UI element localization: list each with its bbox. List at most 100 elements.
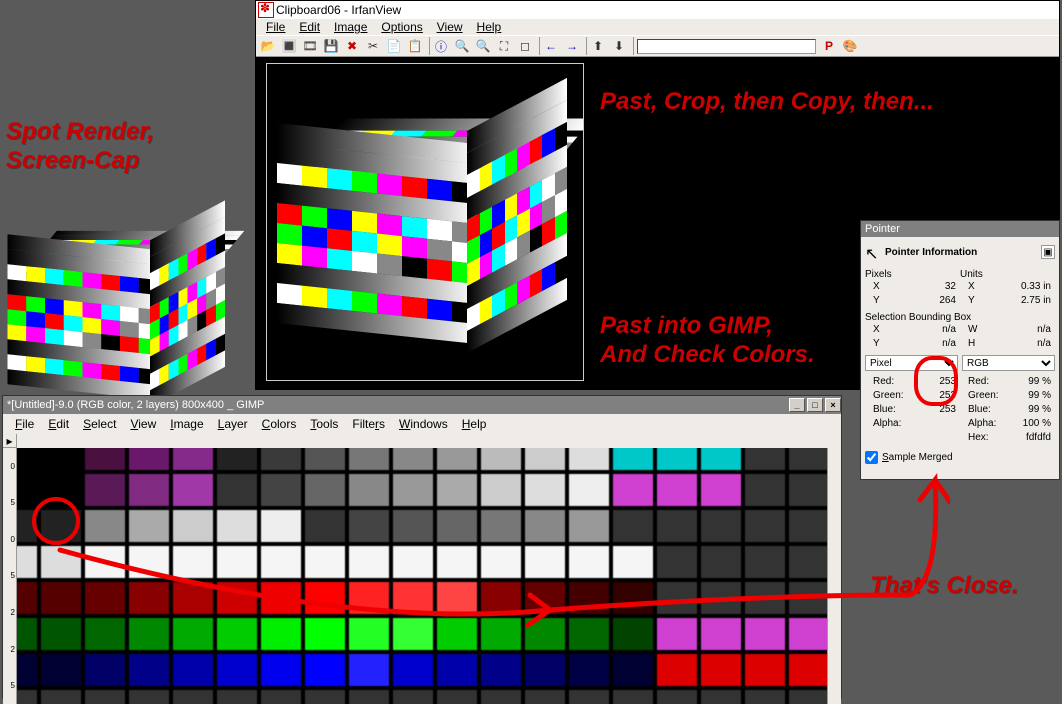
gimp-titlebar[interactable]: *[Untitled]-9.0 (RGB color, 2 layers) 80… (3, 396, 841, 414)
iv-right-icon[interactable]: → (562, 37, 582, 55)
cube-thumbnail (0, 190, 191, 340)
alpha-pct-label: Alpha: (960, 417, 996, 431)
iv-url-input[interactable] (637, 39, 816, 54)
gimp-minimize-button[interactable]: _ (789, 398, 805, 412)
gimp-menu-select[interactable]: Select (77, 415, 122, 433)
x-units-label: X (960, 280, 975, 294)
gimp-menu-tools[interactable]: Tools (304, 415, 344, 433)
sel-h-label: H (960, 337, 975, 351)
iv-p-icon[interactable]: P (819, 37, 839, 55)
green-value: 253 (939, 389, 960, 403)
hex-label: Hex: (960, 431, 989, 445)
gimp-menu-filters[interactable]: Filters (346, 415, 391, 433)
iv-thumb-icon[interactable]: 🔳 (279, 37, 299, 55)
iv-info-icon[interactable]: ⓘ (431, 37, 451, 55)
iv-open-icon[interactable]: 📂 (258, 37, 278, 55)
irfanview-toolbar: 📂 🔳 🎞 💾 ✖ ✂ 📄 📋 ⓘ 🔍 🔍 ⛶ ◻ ← → ⬆ ⬇ P 🎨 (256, 35, 1059, 57)
thumbnail-area (0, 190, 255, 390)
iv-up-icon[interactable]: ⬆ (588, 37, 608, 55)
pointer-collapse-button[interactable]: ▣ (1041, 245, 1055, 259)
irfanview-titlebar[interactable]: Clipboard06 - IrfanView (256, 1, 1059, 19)
iv-separator (630, 37, 634, 55)
iv-menu-options[interactable]: Options (375, 20, 428, 34)
sample-merged-label: Sample Merged (882, 452, 953, 463)
iv-menu-edit[interactable]: Edit (293, 20, 326, 34)
iv-menu-file[interactable]: File (260, 20, 291, 34)
blue-value: 253 (939, 403, 960, 417)
annotation-spot-render: Spot Render, Screen-Cap (6, 118, 154, 176)
iv-separator (536, 37, 540, 55)
gimp-menu-view[interactable]: View (124, 415, 162, 433)
pixel-mode-select[interactable]: Pixel (865, 355, 958, 371)
gimp-close-button[interactable]: × (825, 398, 841, 412)
gimp-ruler-origin[interactable]: ▸ (3, 434, 17, 448)
gimp-maximize-button[interactable]: □ (807, 398, 823, 412)
red-value: 253 (939, 375, 960, 389)
sel-w-value: n/a (1037, 323, 1055, 337)
gimp-menubar: File Edit Select View Image Layer Colors… (3, 414, 841, 434)
cursor-icon: ↖ (865, 244, 881, 260)
iv-save-icon[interactable]: 💾 (321, 37, 341, 55)
iv-zoomin-icon[interactable]: 🔍 (452, 37, 472, 55)
iv-onetoone-icon[interactable]: ◻ (515, 37, 535, 55)
iv-slideshow-icon[interactable]: 🎞 (300, 37, 320, 55)
iv-menu-image[interactable]: Image (328, 20, 373, 34)
iv-delete-icon[interactable]: ✖ (342, 37, 362, 55)
x-label: X (865, 280, 880, 294)
gimp-menu-colors[interactable]: Colors (256, 415, 303, 433)
iv-fit-icon[interactable]: ⛶ (494, 37, 514, 55)
annotation-past-crop: Past, Crop, then Copy, then... (600, 88, 934, 117)
blue-pct-label: Blue: (960, 403, 991, 417)
alpha-label: Alpha: (865, 417, 901, 431)
pointer-header: Pointer Information (885, 247, 1041, 258)
gimp-menu-windows[interactable]: Windows (393, 415, 454, 433)
gimp-menu-layer[interactable]: Layer (212, 415, 254, 433)
iv-copy-icon[interactable]: 📄 (384, 37, 404, 55)
gimp-menu-file[interactable]: File (9, 415, 40, 433)
gimp-scrollbar-vertical[interactable] (827, 448, 841, 704)
green-label: Green: (865, 389, 904, 403)
gimp-canvas[interactable] (17, 448, 827, 704)
irfanview-canvas[interactable] (266, 63, 584, 381)
annotation-past-gimp: Past into GIMP, And Check Colors. (600, 312, 815, 370)
sel-x-label: X (865, 323, 880, 337)
iv-menu-help[interactable]: Help (471, 20, 508, 34)
gimp-ruler-vertical[interactable]: 0505225 (3, 448, 17, 704)
selection-label: Selection Bounding Box (865, 312, 1055, 323)
iv-down-icon[interactable]: ⬇ (609, 37, 629, 55)
x-units-value: 0.33 in (1021, 280, 1055, 294)
blue-label: Blue: (865, 403, 896, 417)
annotation-thats-close: That's Close. (870, 572, 1018, 601)
gimp-menu-help[interactable]: Help (456, 415, 493, 433)
pointer-titlebar[interactable]: Pointer (861, 221, 1059, 237)
sel-y-value: n/a (942, 337, 960, 351)
y-pixel-value: 264 (939, 294, 960, 308)
sample-merged-checkbox[interactable] (865, 451, 878, 464)
iv-menu-view[interactable]: View (431, 20, 469, 34)
iv-paint-icon[interactable]: 🎨 (840, 37, 860, 55)
iv-zoomout-icon[interactable]: 🔍 (473, 37, 493, 55)
red-pct-label: Red: (960, 375, 989, 389)
pixels-label: Pixels (865, 269, 960, 280)
gimp-menu-edit[interactable]: Edit (42, 415, 75, 433)
hex-value: fdfdfd (1026, 431, 1055, 445)
blue-pct-value: 99 % (1028, 403, 1055, 417)
sel-h-value: n/a (1037, 337, 1055, 351)
sel-x-value: n/a (942, 323, 960, 337)
red-pct-value: 99 % (1028, 375, 1055, 389)
x-pixel-value: 32 (945, 280, 960, 294)
irfanview-title: Clipboard06 - IrfanView (276, 3, 401, 17)
y-units-label: Y (960, 294, 975, 308)
alpha-pct-value: 100 % (1023, 417, 1055, 431)
gimp-menu-image[interactable]: Image (164, 415, 209, 433)
pixel-grid (17, 448, 827, 704)
sel-w-label: W (960, 323, 977, 337)
gimp-window: *[Untitled]-9.0 (RGB color, 2 layers) 80… (2, 395, 842, 699)
iv-separator (426, 37, 430, 55)
iv-paste-icon[interactable]: 📋 (405, 37, 425, 55)
iv-separator (583, 37, 587, 55)
iv-left-icon[interactable]: ← (541, 37, 561, 55)
rgb-mode-select[interactable]: RGB (962, 355, 1055, 371)
iv-cut-icon[interactable]: ✂ (363, 37, 383, 55)
green-pct-value: 99 % (1028, 389, 1055, 403)
